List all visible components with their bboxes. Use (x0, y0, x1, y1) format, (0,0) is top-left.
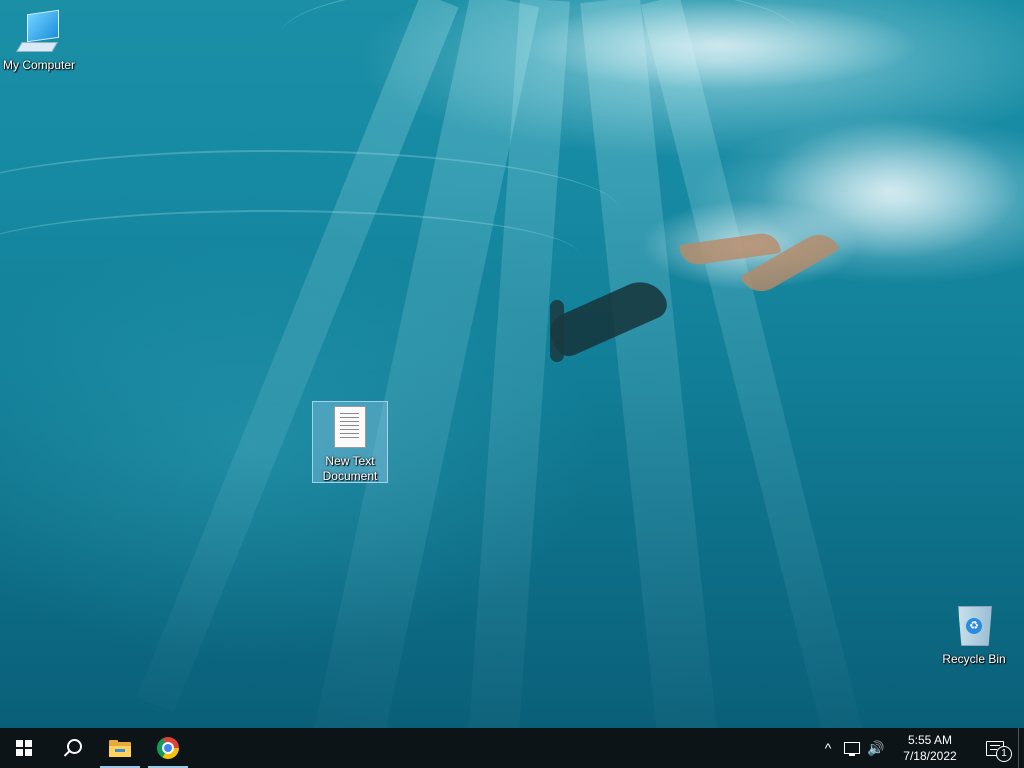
file-explorer-icon (109, 739, 131, 757)
swimmer-arm (550, 300, 564, 362)
search-icon (66, 738, 82, 754)
desktop-icon-label: Recycle Bin (942, 652, 1006, 666)
clock-time: 5:55 AM (907, 733, 953, 747)
system-tray: ^ 🔊 5:55 AM 7/18/2022 1 (816, 728, 1024, 768)
chrome-icon (157, 737, 179, 759)
desktop-icon-recycle-bin[interactable]: ♻ Recycle Bin (936, 600, 1012, 667)
notification-count-badge: 1 (996, 746, 1012, 762)
windows-logo-icon (16, 740, 32, 756)
clock[interactable]: 5:55 AM 7/18/2022 (888, 728, 972, 768)
monitor-icon (16, 9, 61, 56)
clock-date: 7/18/2022 (903, 749, 957, 763)
taskbar-app-chrome[interactable] (144, 728, 192, 768)
network-icon (844, 742, 860, 756)
text-document-icon (334, 406, 366, 448)
desktop-icon-label: New Text Document (322, 454, 378, 483)
volume-button[interactable]: 🔊 (864, 728, 888, 768)
desktop-icon-my-computer[interactable]: My Computer (1, 8, 77, 73)
chevron-up-icon: ^ (824, 740, 832, 756)
water-wave (0, 210, 580, 302)
show-hidden-icons-button[interactable]: ^ (816, 728, 840, 768)
network-button[interactable] (840, 728, 864, 768)
search-button[interactable] (48, 728, 96, 768)
show-desktop-button[interactable] (1018, 728, 1024, 768)
desktop-icon-label: My Computer (2, 58, 76, 72)
recycle-bin-icon: ♻ (956, 602, 992, 646)
surface-foam (520, 0, 920, 90)
desktop-icon-new-text-document[interactable]: New Text Document (312, 401, 388, 483)
desktop-background[interactable]: My Computer New Text Document ♻ Recycle … (0, 0, 1024, 728)
start-button[interactable] (0, 728, 48, 768)
taskbar-app-file-explorer[interactable] (96, 728, 144, 768)
action-center-button[interactable]: 1 (972, 728, 1018, 768)
taskbar: ^ 🔊 5:55 AM 7/18/2022 1 (0, 728, 1024, 768)
speaker-icon: 🔊 (867, 739, 885, 756)
